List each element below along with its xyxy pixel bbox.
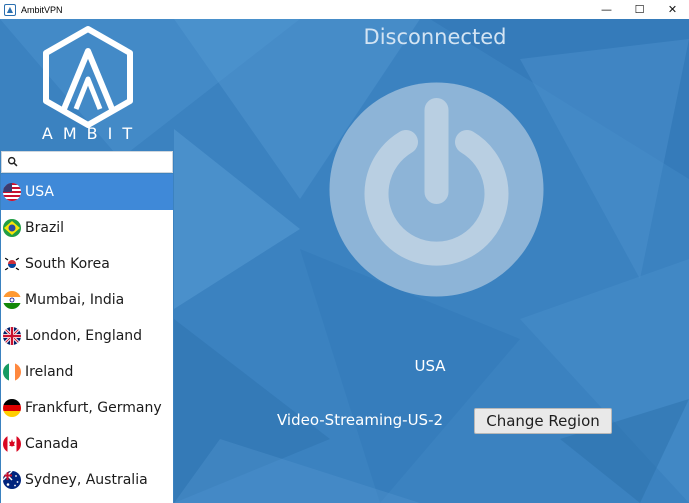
brand-name: AMBIT [41, 124, 143, 143]
maximize-button[interactable]: ☐ [623, 0, 656, 19]
main-panel: AMBIT USA Brazil South Korea Mumbai, Ind… [0, 19, 689, 503]
close-button[interactable]: ✕ [656, 0, 689, 19]
region-item-south-korea[interactable]: South Korea [1, 246, 173, 282]
region-label: Mumbai, India [25, 292, 125, 308]
region-label: USA [25, 184, 54, 200]
region-item-canada[interactable]: Canada [1, 426, 173, 462]
region-item-mumbai-india[interactable]: Mumbai, India [1, 282, 173, 318]
canada-flag-icon [3, 435, 21, 453]
search-box[interactable] [1, 151, 173, 173]
region-label: Canada [25, 436, 79, 452]
search-input[interactable] [22, 153, 172, 171]
window-controls: — ☐ ✕ [590, 0, 689, 19]
title-bar: ▲ AmbitVPN — ☐ ✕ [0, 0, 689, 19]
region-label: South Korea [25, 256, 110, 272]
region-label: Sydney, Australia [25, 472, 148, 488]
south-korea-flag-icon [3, 255, 21, 273]
ambit-logo-icon [43, 26, 133, 128]
search-icon [7, 156, 18, 167]
minimize-button[interactable]: — [590, 0, 623, 19]
region-item-ireland[interactable]: Ireland [1, 354, 173, 390]
region-label: London, England [25, 328, 143, 344]
change-region-button[interactable]: Change Region [474, 408, 612, 434]
brazil-flag-icon [3, 219, 21, 237]
region-label: Ireland [25, 364, 74, 380]
region-item-brazil[interactable]: Brazil [1, 210, 173, 246]
region-label: Brazil [25, 220, 65, 236]
india-flag-icon [3, 291, 21, 309]
power-button[interactable] [329, 82, 544, 297]
region-item-london-england[interactable]: London, England [1, 318, 173, 354]
selected-region-name: USA [414, 357, 446, 375]
connection-status: Disconnected [363, 25, 507, 49]
region-item-sydney-australia[interactable]: Sydney, Australia [1, 462, 173, 498]
germany-flag-icon [3, 399, 21, 417]
region-label: Frankfurt, Germany [25, 400, 162, 416]
uk-flag-icon [3, 327, 21, 345]
us-flag-icon [3, 183, 21, 201]
ireland-flag-icon [3, 363, 21, 381]
app-logo-icon: ▲ [4, 3, 16, 16]
window-title: AmbitVPN [21, 4, 63, 15]
region-list: USA Brazil South Korea Mumbai, India Lon… [1, 174, 173, 503]
region-item-frankfurt-germany[interactable]: Frankfurt, Germany [1, 390, 173, 426]
region-item-usa[interactable]: USA [1, 174, 173, 210]
australia-flag-icon [3, 471, 21, 489]
server-name: Video-Streaming-US-2 [276, 411, 444, 429]
